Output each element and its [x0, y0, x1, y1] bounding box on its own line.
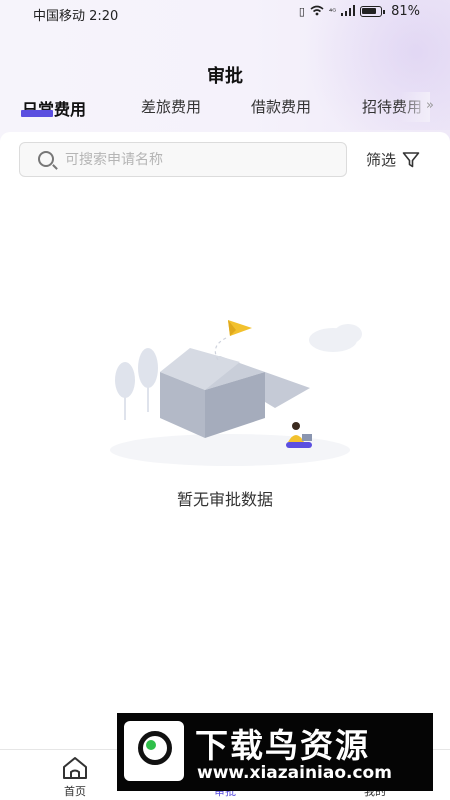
carrier-time: 中国移动 2:20: [33, 9, 119, 24]
wifi-icon: [310, 5, 324, 19]
signal-icon: [341, 4, 356, 19]
search-icon: [38, 151, 54, 167]
active-tab-indicator: [21, 110, 53, 117]
search-input[interactable]: [65, 149, 335, 171]
watermark-title: 下载鸟资源: [195, 726, 370, 765]
watermark-url: www.xiazainiao.com: [197, 763, 392, 783]
battery-percent: 81%: [391, 4, 420, 19]
page-title: 审批: [207, 66, 243, 87]
filter-label: 筛选: [366, 151, 397, 169]
tab-loan-expense[interactable]: 借款费用: [251, 96, 311, 117]
4g-icon: ⁴ᴳ: [328, 7, 337, 16]
category-tabs: 日常费用 差旅费用 借款费用 招待费用: [0, 96, 450, 126]
battery-icon: [360, 6, 386, 17]
vibrate-icon: ▯: [298, 5, 305, 18]
empty-box-illustration: [100, 310, 370, 480]
status-icons: ▯ ⁴ᴳ 81%: [299, 4, 420, 19]
filter-button[interactable]: 筛选: [366, 149, 420, 170]
search-box[interactable]: [19, 142, 347, 177]
tabbar-label-home: 首页: [64, 785, 86, 798]
empty-state-text: 暂无审批数据: [176, 490, 273, 509]
status-bar: 中国移动 2:20 ▯ ⁴ᴳ 81%: [0, 0, 450, 26]
watermark-logo-icon: [124, 721, 184, 781]
home-icon: [62, 756, 88, 784]
watermark-banner: 下载鸟资源 www.xiazainiao.com: [117, 713, 433, 791]
tab-travel-expense[interactable]: 差旅费用: [141, 96, 201, 117]
tabs-more-icon[interactable]: »: [426, 98, 434, 113]
filter-icon: [402, 151, 420, 169]
tabbar-item-home[interactable]: 首页: [30, 750, 120, 800]
